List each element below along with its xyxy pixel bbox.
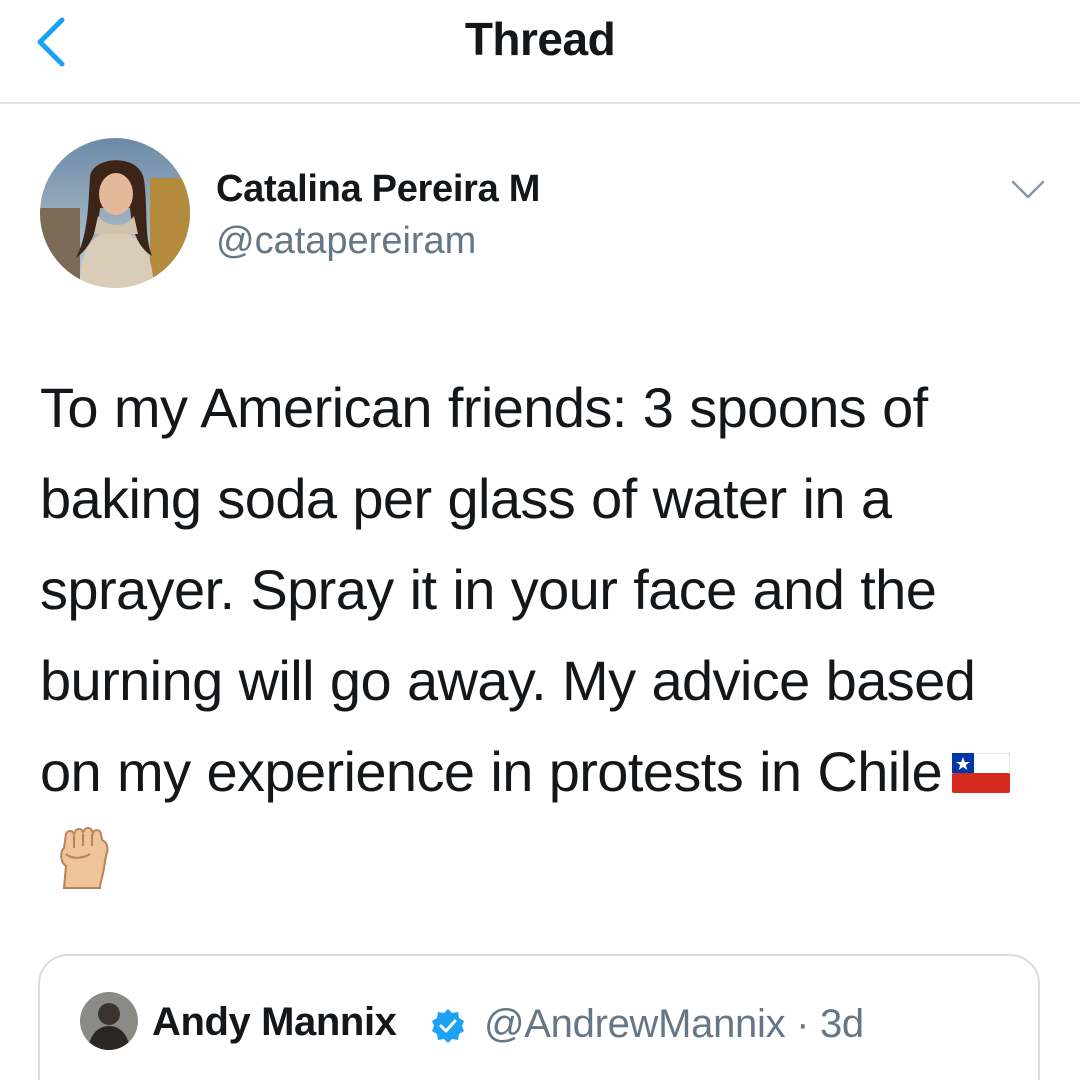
quoted-tweet-time: · 3d [796, 1002, 864, 1046]
chevron-down-icon [1011, 180, 1045, 199]
raised-fist-icon [54, 826, 114, 892]
author-name[interactable]: Catalina Pereira M [216, 168, 540, 211]
tweet-author: Catalina Pereira M @catapereiram [40, 138, 1050, 290]
verified-badge-icon [430, 1008, 466, 1044]
author-handle[interactable]: @catapereiram [216, 220, 476, 263]
quoted-author-name[interactable]: Andy Mannix [152, 1000, 397, 1045]
page-title: Thread [464, 13, 616, 65]
tweet-body: To my American friends: 3 spoons of baki… [40, 376, 976, 803]
quoted-author-handle[interactable]: @AndrewMannix [484, 1002, 786, 1046]
quoted-author-avatar[interactable] [80, 992, 138, 1050]
tweet-text: To my American friends: 3 spoons of baki… [40, 362, 1050, 908]
quoted-tweet-card[interactable]: Andy Mannix @AndrewMannix · 3d [38, 954, 1040, 1080]
tweet-options-button[interactable] [1010, 178, 1046, 202]
navigation-bar: Thread [0, 0, 1080, 104]
chile-flag-icon [951, 728, 1011, 794]
avatar[interactable] [40, 138, 190, 288]
quoted-author-meta: @AndrewMannix · 3d [484, 1002, 864, 1047]
